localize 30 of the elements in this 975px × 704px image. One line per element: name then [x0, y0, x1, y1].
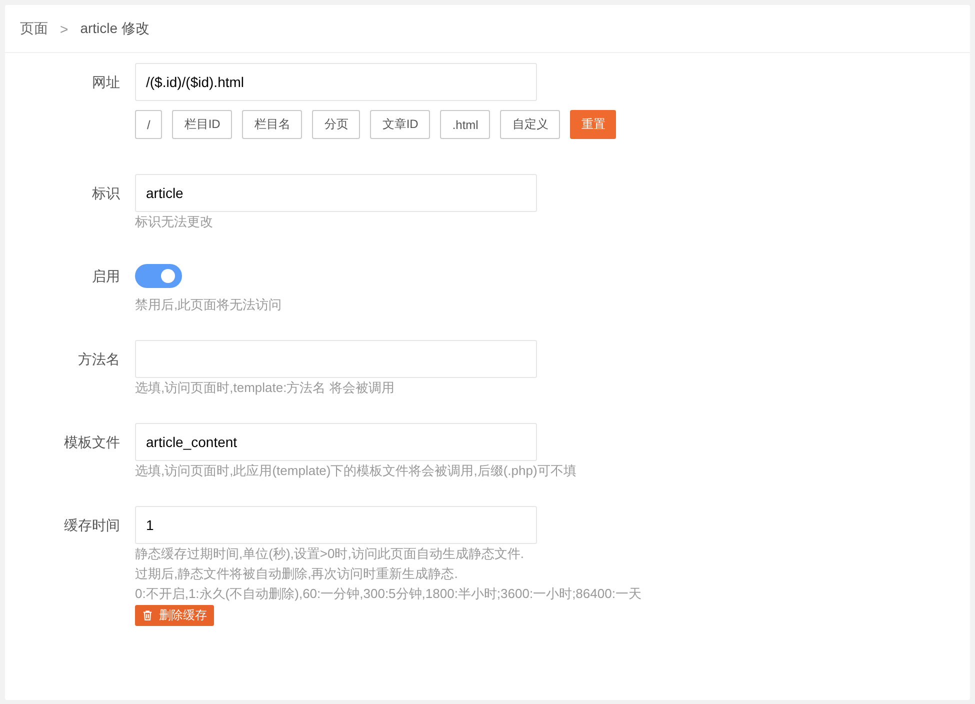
breadcrumb-item[interactable]: 页面 [20, 20, 48, 38]
input-field[interactable]: article_content [135, 423, 537, 461]
trash-icon [142, 610, 153, 621]
hint-text: 选填,访问页面时,此应用(template)下的模板文件将会被调用,后缀(.php)可不填 [135, 462, 576, 480]
toggle-switch[interactable] [135, 264, 182, 288]
input-field[interactable]: /($.id)/($id).html [135, 63, 537, 101]
breadcrumb-item: article 修改 [80, 20, 150, 38]
hint-text: 0:不开启,1:永久(不自动删除),60:一分钟,300:5分钟,1800:半小时;3600:一小时;86400:一天 [135, 585, 642, 603]
insert-button[interactable]: 分页 [312, 110, 360, 139]
hint-text: 标识无法更改 [135, 213, 214, 231]
field-label: 方法名 [78, 351, 120, 367]
insert-button[interactable]: 栏目ID [172, 110, 232, 139]
input-field[interactable]: 1 [135, 506, 537, 544]
hint-text: 禁用后,此页面将无法访问 [135, 296, 282, 314]
insert-button[interactable]: / [135, 110, 162, 139]
hint-text: 选填,访问页面时,template:方法名 将会被调用 [135, 379, 396, 397]
field-label: 启用 [92, 268, 120, 284]
field-label: 标识 [92, 185, 120, 201]
insert-button[interactable]: 栏目名 [242, 110, 302, 139]
field-label: 网址 [92, 74, 120, 90]
hint-text: 静态缓存过期时间,单位(秒),设置>0时,访问此页面自动生成静态文件. [135, 545, 525, 563]
breadcrumb-separator: > [60, 20, 68, 36]
input-field[interactable] [135, 340, 537, 378]
insert-button[interactable]: 文章ID [370, 110, 430, 139]
input-field[interactable]: article [135, 174, 537, 212]
insert-button[interactable]: .html [440, 110, 490, 139]
field-label: 缓存时间 [64, 517, 120, 533]
field-label: 模板文件 [64, 434, 120, 450]
hint-text: 过期后,静态文件将被自动删除,再次访问时重新生成静态. [135, 565, 459, 583]
insert-button[interactable]: 自定义 [500, 110, 560, 139]
